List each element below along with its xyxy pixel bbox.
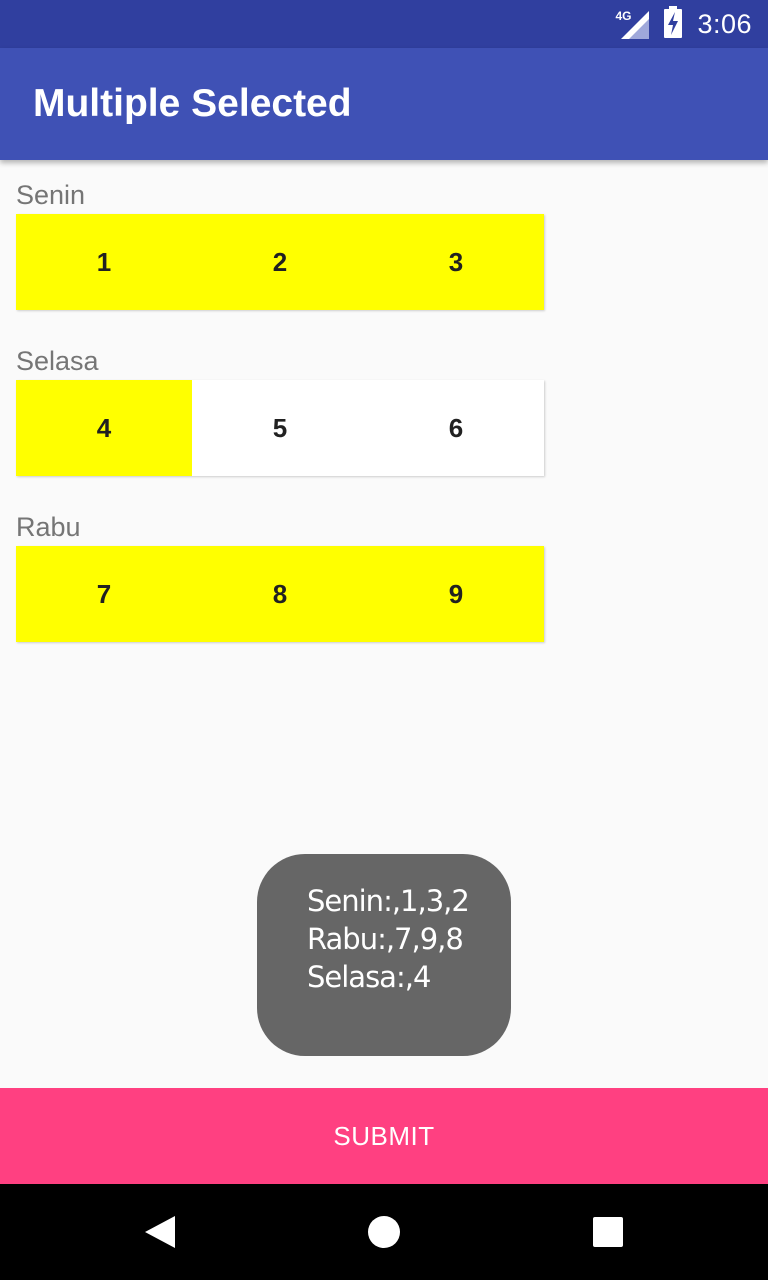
slot-row-senin: 1 2 3 [16,214,544,310]
home-icon[interactable] [336,1184,432,1280]
submit-button[interactable]: SUBMIT [0,1088,768,1184]
back-icon[interactable] [112,1184,208,1280]
toast-line-senin: Senin:,1,3,2 [307,884,470,918]
slot-button-6[interactable]: 6 [368,380,544,476]
slot-button-5[interactable]: 5 [192,380,368,476]
toast-line-rabu: Rabu:,7,9,8 [307,922,464,956]
page-title: Multiple Selected [33,82,352,125]
status-bar: 4G 3:06 [0,0,768,48]
signal-icon: 4G [615,9,650,39]
slot-button-7[interactable]: 7 [16,546,192,642]
battery-charging-icon [663,5,683,43]
slot-row-selasa: 4 5 6 [16,380,544,476]
slot-row-rabu: 7 8 9 [16,546,544,642]
slot-button-1[interactable]: 1 [16,214,192,310]
slot-button-4[interactable]: 4 [16,380,192,476]
toast-message: Senin:,1,3,2 Rabu:,7,9,8 Selasa:,4 [257,854,511,1056]
day-label-rabu: Rabu [16,512,81,542]
app-bar: Multiple Selected [0,48,768,160]
toast-line-selasa: Selasa:,4 [307,960,431,994]
slot-button-9[interactable]: 9 [368,546,544,642]
day-label-senin: Senin [16,180,86,210]
day-label-selasa: Selasa [16,346,99,376]
slot-button-8[interactable]: 8 [192,546,368,642]
navigation-bar [0,1184,768,1280]
status-icons: 4G 3:06 [615,0,752,48]
recents-icon[interactable] [560,1184,656,1280]
clock: 3:06 [697,8,752,39]
slot-button-2[interactable]: 2 [192,214,368,310]
slot-button-3[interactable]: 3 [368,214,544,310]
